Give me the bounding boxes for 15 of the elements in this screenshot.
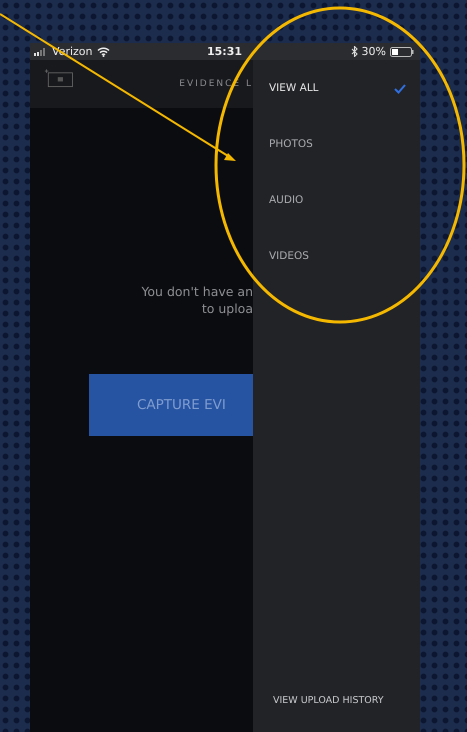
bluetooth-icon bbox=[350, 46, 358, 57]
view-upload-history-link[interactable]: VIEW UPLOAD HISTORY bbox=[273, 695, 420, 706]
battery-icon bbox=[390, 46, 414, 56]
signal-icon bbox=[34, 48, 48, 56]
battery-percent: 30% bbox=[362, 45, 386, 58]
filter-option[interactable]: PHOTOS bbox=[253, 138, 420, 194]
filter-option[interactable]: VIDEOS bbox=[253, 250, 420, 306]
filter-option[interactable]: AUDIO bbox=[253, 194, 420, 250]
empty-message-line: to uploa bbox=[202, 301, 253, 316]
clock-time: 15:31 bbox=[207, 45, 242, 58]
wifi-icon bbox=[96, 46, 110, 56]
checkmark-icon bbox=[394, 84, 406, 94]
media-frame-icon[interactable] bbox=[44, 67, 74, 89]
empty-message-line: You don't have an bbox=[141, 284, 253, 299]
filter-option[interactable]: VIEW ALL bbox=[253, 82, 420, 138]
